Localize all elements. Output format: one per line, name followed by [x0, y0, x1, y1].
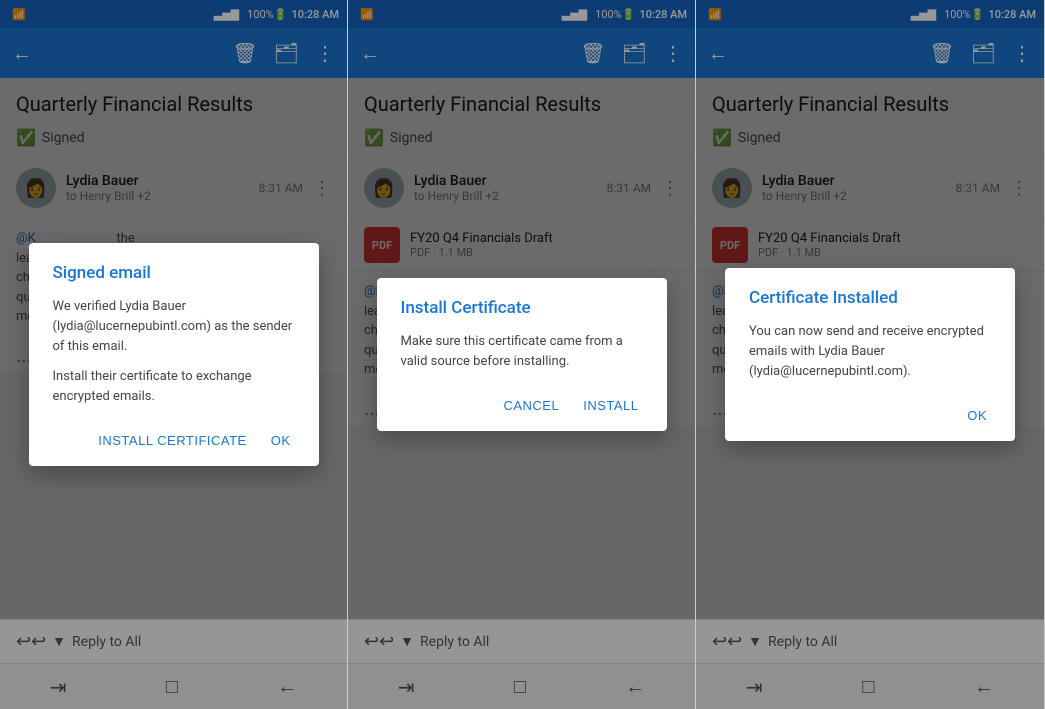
dialog-body-3: You can now send and receive encrypted e… [749, 322, 991, 382]
install-button-2[interactable]: INSTALL [579, 392, 642, 419]
ok-button-1[interactable]: OK [267, 427, 295, 454]
dialog-overlay-1: Signed email We verified Lydia Bauer (ly… [0, 0, 347, 709]
dialog-overlay-3: Certificate Installed You can now send a… [696, 0, 1044, 709]
dialog-body-1: We verified Lydia Bauer (lydia@lucernepu… [53, 297, 295, 408]
dialog-body-line1-1: We verified Lydia Bauer (lydia@lucernepu… [53, 297, 295, 357]
phone-panel-3: 📶 ▃▅▇ 100%🔋 10:28 AM ← 🗑 🗂 ⋮ Quarterly F… [696, 0, 1045, 709]
dialog-title-1: Signed email [53, 263, 295, 283]
dialog-body-2: Make sure this certificate came from a v… [401, 332, 643, 372]
install-certificate-dialog: Install Certificate Make sure this certi… [377, 278, 667, 431]
certificate-installed-dialog: Certificate Installed You can now send a… [725, 268, 1015, 441]
dialog-actions-2: CANCEL INSTALL [401, 384, 643, 419]
dialog-body-text-2: Make sure this certificate came from a v… [401, 332, 643, 372]
dialog-title-2: Install Certificate [401, 298, 643, 318]
cancel-button-2[interactable]: CANCEL [499, 392, 563, 419]
ok-button-3[interactable]: OK [963, 402, 991, 429]
install-certificate-button[interactable]: INSTALL CERTIFICATE [94, 427, 250, 454]
dialog-body-line2-1: Install their certificate to exchange en… [53, 367, 295, 407]
dialog-actions-1: INSTALL CERTIFICATE OK [53, 419, 295, 454]
dialog-body-text-3: You can now send and receive encrypted e… [749, 322, 991, 382]
dialog-actions-3: OK [749, 394, 991, 429]
phone-panel-1: 📶 ▃▅▇ 100%🔋 10:28 AM ← 🗑 🗂 ⋮ Quarterly F… [0, 0, 348, 709]
signed-email-dialog: Signed email We verified Lydia Bauer (ly… [29, 243, 319, 467]
dialog-title-3: Certificate Installed [749, 288, 991, 308]
phone-panel-2: 📶 ▃▅▇ 100%🔋 10:28 AM ← 🗑 🗂 ⋮ Quarterly F… [348, 0, 696, 709]
dialog-overlay-2: Install Certificate Make sure this certi… [348, 0, 695, 709]
